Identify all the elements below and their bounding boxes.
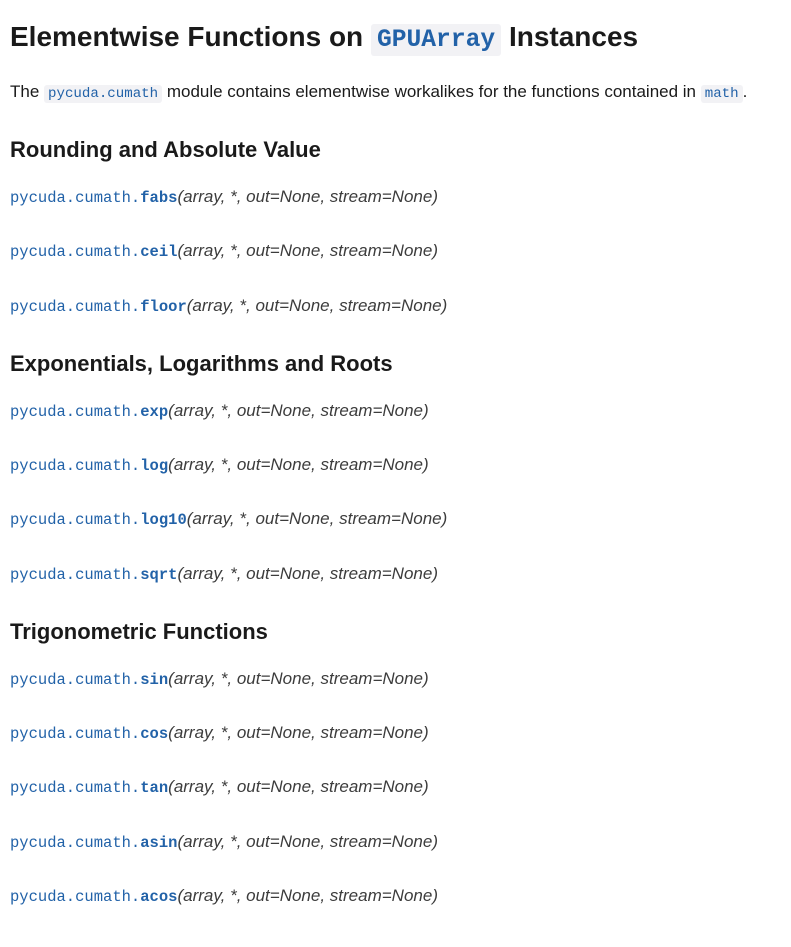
function-name-floor[interactable]: floor: [140, 298, 187, 316]
title-pre: Elementwise Functions on: [10, 21, 371, 52]
function-signature: pycuda.cumath.sqrt(array, *, out=None, s…: [10, 561, 781, 587]
function-params: (array, *, out=None, stream=None): [168, 669, 429, 688]
function-params: (array, *, out=None, stream=None): [177, 564, 438, 583]
function-module-prefix[interactable]: pycuda.cumath.: [10, 671, 140, 689]
title-post: Instances: [501, 21, 638, 52]
function-name-tan[interactable]: tan: [140, 779, 168, 797]
function-name-asin[interactable]: asin: [140, 834, 177, 852]
function-name-sin[interactable]: sin: [140, 671, 168, 689]
function-params: (array, *, out=None, stream=None): [168, 401, 429, 420]
section-heading: Exponentials, Logarithms and Roots: [10, 347, 781, 380]
function-signature: pycuda.cumath.fabs(array, *, out=None, s…: [10, 184, 781, 210]
function-params: (array, *, out=None, stream=None): [177, 832, 438, 851]
intro-module-link[interactable]: pycuda.cumath: [44, 85, 162, 103]
function-name-log[interactable]: log: [140, 457, 168, 475]
function-signature: pycuda.cumath.acos(array, *, out=None, s…: [10, 883, 781, 909]
function-module-prefix[interactable]: pycuda.cumath.: [10, 779, 140, 797]
function-signature: pycuda.cumath.floor(array, *, out=None, …: [10, 293, 781, 319]
function-params: (array, *, out=None, stream=None): [168, 777, 429, 796]
function-signature: pycuda.cumath.ceil(array, *, out=None, s…: [10, 238, 781, 264]
function-params: (array, *, out=None, stream=None): [168, 455, 429, 474]
section-heading: Rounding and Absolute Value: [10, 133, 781, 166]
intro-paragraph: The pycuda.cumath module contains elemen…: [10, 79, 781, 105]
function-signature: pycuda.cumath.asin(array, *, out=None, s…: [10, 829, 781, 855]
function-name-ceil[interactable]: ceil: [140, 243, 177, 261]
function-signature: pycuda.cumath.tan(array, *, out=None, st…: [10, 774, 781, 800]
intro-pre: The: [10, 82, 44, 101]
function-name-cos[interactable]: cos: [140, 725, 168, 743]
function-module-prefix[interactable]: pycuda.cumath.: [10, 888, 140, 906]
function-params: (array, *, out=None, stream=None): [187, 296, 448, 315]
function-module-prefix[interactable]: pycuda.cumath.: [10, 834, 140, 852]
function-name-sqrt[interactable]: sqrt: [140, 566, 177, 584]
function-signature: pycuda.cumath.cos(array, *, out=None, st…: [10, 720, 781, 746]
title-code-gpuarray[interactable]: GPUArray: [371, 24, 501, 56]
function-module-prefix[interactable]: pycuda.cumath.: [10, 189, 140, 207]
function-module-prefix[interactable]: pycuda.cumath.: [10, 725, 140, 743]
function-module-prefix[interactable]: pycuda.cumath.: [10, 566, 140, 584]
intro-post: .: [743, 82, 748, 101]
function-name-acos[interactable]: acos: [140, 888, 177, 906]
function-name-exp[interactable]: exp: [140, 403, 168, 421]
intro-math-link[interactable]: math: [701, 85, 743, 103]
section-heading: Trigonometric Functions: [10, 615, 781, 648]
function-name-log10[interactable]: log10: [140, 511, 187, 529]
function-params: (array, *, out=None, stream=None): [177, 886, 438, 905]
function-module-prefix[interactable]: pycuda.cumath.: [10, 403, 140, 421]
intro-mid: module contains elementwise workalikes f…: [162, 82, 701, 101]
page-title: Elementwise Functions on GPUArray Instan…: [10, 16, 781, 59]
function-name-fabs[interactable]: fabs: [140, 189, 177, 207]
function-params: (array, *, out=None, stream=None): [187, 509, 448, 528]
function-module-prefix[interactable]: pycuda.cumath.: [10, 511, 140, 529]
function-module-prefix[interactable]: pycuda.cumath.: [10, 243, 140, 261]
function-params: (array, *, out=None, stream=None): [177, 241, 438, 260]
function-signature: pycuda.cumath.log(array, *, out=None, st…: [10, 452, 781, 478]
function-signature: pycuda.cumath.sin(array, *, out=None, st…: [10, 666, 781, 692]
function-signature: pycuda.cumath.log10(array, *, out=None, …: [10, 506, 781, 532]
function-module-prefix[interactable]: pycuda.cumath.: [10, 298, 140, 316]
function-signature: pycuda.cumath.exp(array, *, out=None, st…: [10, 398, 781, 424]
function-params: (array, *, out=None, stream=None): [168, 723, 429, 742]
function-params: (array, *, out=None, stream=None): [177, 187, 438, 206]
function-module-prefix[interactable]: pycuda.cumath.: [10, 457, 140, 475]
